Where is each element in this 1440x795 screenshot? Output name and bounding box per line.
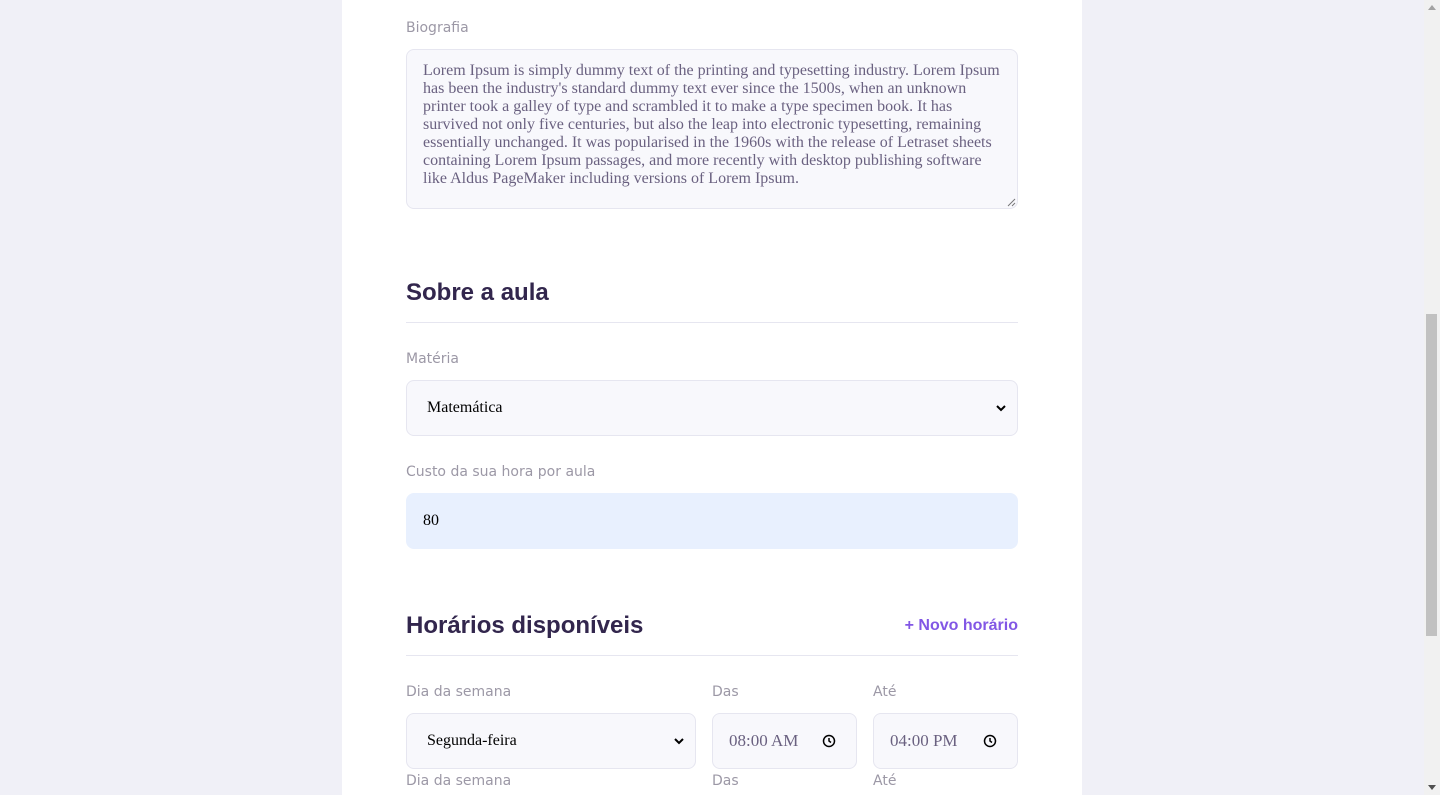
cost-input[interactable]: 80 — [406, 493, 1018, 549]
scroll-up-arrow-icon[interactable] — [1428, 5, 1436, 10]
to-time-input[interactable]: 04:00 PM — [873, 713, 1018, 769]
resize-grip-icon[interactable] — [1006, 197, 1016, 207]
clock-icon[interactable] — [822, 734, 836, 748]
cost-value: 80 — [423, 512, 439, 529]
subject-selected-value: Matemática — [427, 399, 503, 416]
weekday-label: Dia da semana — [406, 773, 512, 789]
schedule-section-divider — [406, 655, 1018, 656]
weekday-label: Dia da semana — [406, 684, 512, 700]
from-label: Das — [712, 684, 739, 700]
to-time-value: 04:00 PM — [890, 731, 958, 750]
to-label: Até — [873, 773, 897, 789]
to-label: Até — [873, 684, 897, 700]
class-section-divider — [406, 322, 1018, 323]
weekday-selected-value: Segunda-feira — [427, 732, 517, 749]
scroll-down-arrow-icon[interactable] — [1428, 785, 1436, 790]
teacher-form-card: Biografia Lorem Ipsum is simply dummy te… — [342, 0, 1082, 795]
bio-label: Biografia — [406, 20, 469, 36]
add-schedule-button[interactable]: + Novo horário — [905, 617, 1018, 635]
from-time-input[interactable]: 08:00 AM — [712, 713, 857, 769]
weekday-select[interactable]: Segunda-feira — [406, 713, 696, 769]
clock-icon[interactable] — [983, 734, 997, 748]
from-label: Das — [712, 773, 739, 789]
from-time-value: 08:00 AM — [729, 731, 799, 750]
scroll-thumb[interactable] — [1426, 314, 1437, 636]
subject-label: Matéria — [406, 351, 459, 367]
cost-label: Custo da sua hora por aula — [406, 464, 596, 480]
chevron-down-icon — [674, 738, 684, 745]
bio-textarea[interactable]: Lorem Ipsum is simply dummy text of the … — [406, 49, 1018, 209]
schedule-section-title: Horários disponíveis — [406, 612, 644, 639]
page-scrollbar[interactable] — [1424, 0, 1440, 795]
chevron-down-icon — [996, 405, 1006, 412]
bio-text: Lorem Ipsum is simply dummy text of the … — [423, 62, 1000, 187]
subject-select[interactable]: Matemática — [406, 380, 1018, 436]
class-section-title: Sobre a aula — [406, 279, 549, 306]
